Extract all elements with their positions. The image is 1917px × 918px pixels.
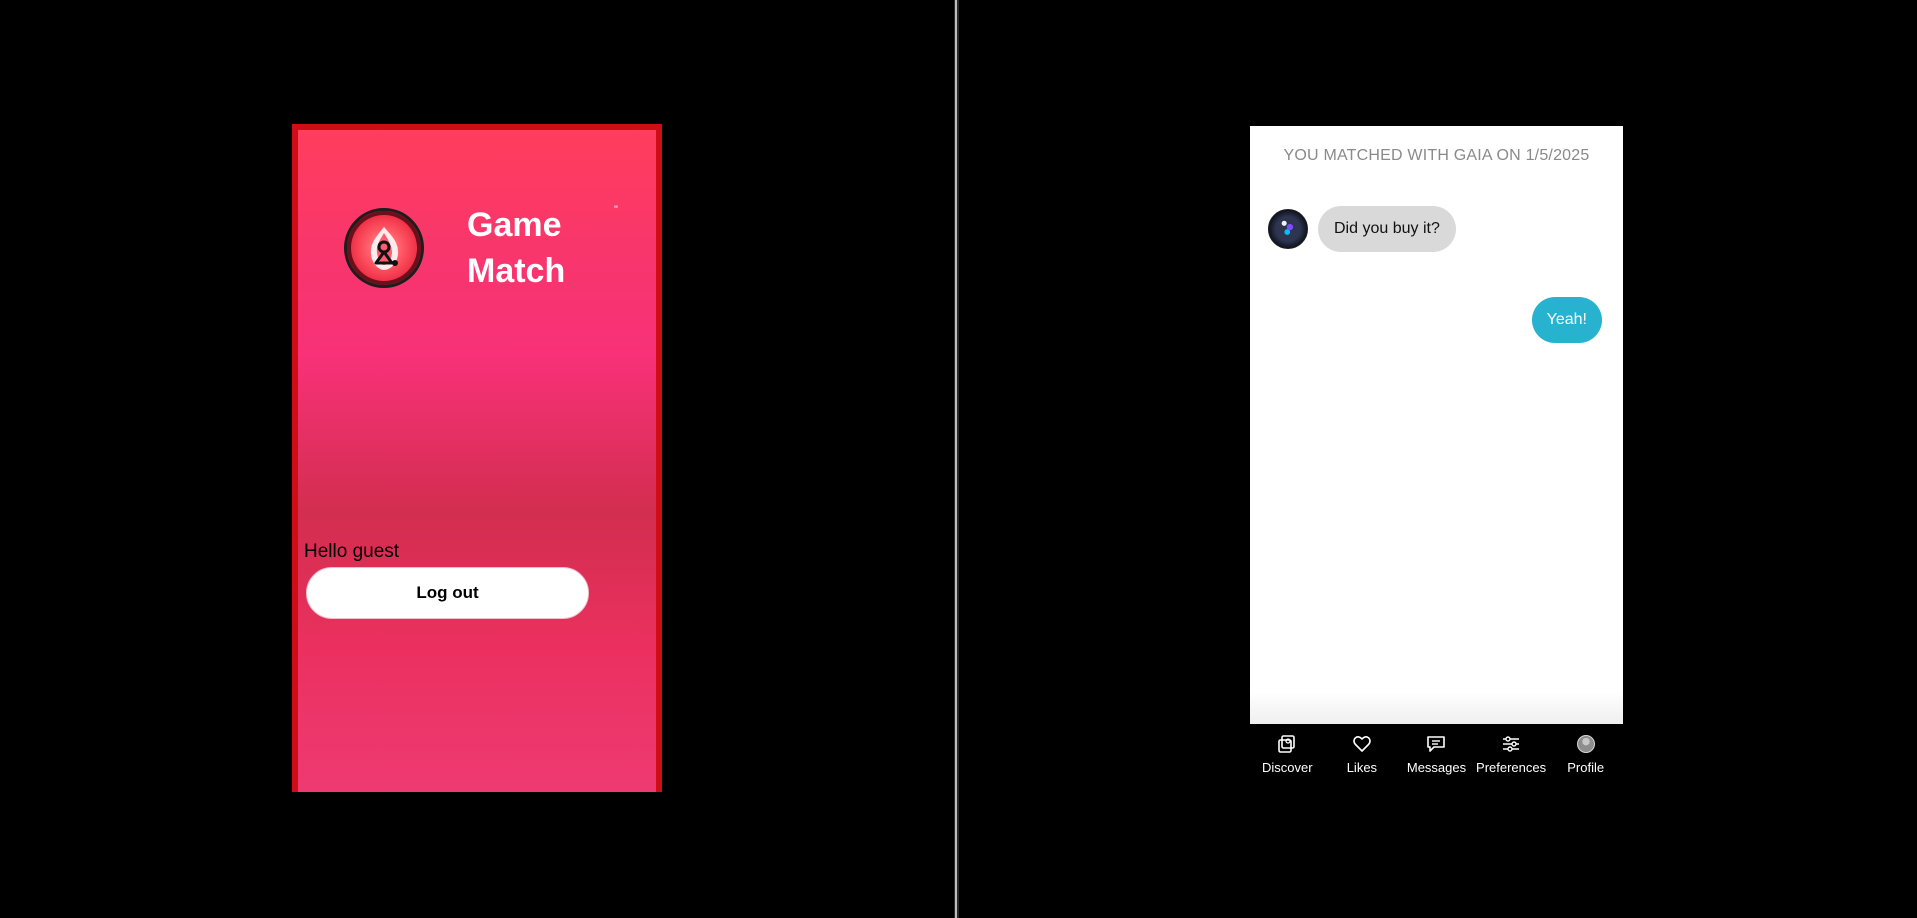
nav-messages-label: Messages	[1406, 760, 1467, 775]
discover-icon	[1276, 733, 1298, 755]
heart-icon	[1351, 733, 1373, 755]
received-message-row: Did you buy it?	[1268, 206, 1456, 252]
app-title-line-1: Game	[467, 206, 562, 244]
chat-bottom-fade	[1250, 692, 1623, 724]
nav-messages[interactable]: Messages	[1400, 733, 1472, 775]
app-title-line-2: Match	[467, 252, 566, 290]
nav-likes-label: Likes	[1346, 760, 1378, 775]
nav-preferences-label: Preferences	[1476, 760, 1547, 775]
nav-preferences[interactable]: Preferences	[1475, 733, 1547, 775]
match-date-header: YOU MATCHED WITH GAIA ON 1/5/2025	[1283, 147, 1590, 164]
nav-likes[interactable]: Likes	[1326, 733, 1398, 775]
nav-discover[interactable]: Discover	[1251, 733, 1323, 775]
hello-guest-text: Hello guest	[304, 541, 400, 562]
nav-profile-label: Profile	[1567, 760, 1605, 775]
game-match-home-panel: Game Match " Hello guest Log out	[292, 124, 662, 792]
screen-root: Game Match " Hello guest Log out YOU MAT…	[0, 0, 1917, 918]
contact-avatar[interactable]	[1268, 209, 1308, 249]
bottom-navigation: Discover Likes Messages Preferences Prof…	[1250, 724, 1623, 790]
logout-button[interactable]: Log out	[306, 567, 589, 619]
game-match-logo-icon	[344, 208, 424, 288]
profile-avatar-dot	[1576, 735, 1595, 753]
avatar-icon	[1575, 733, 1597, 755]
nav-profile[interactable]: Profile	[1550, 733, 1622, 775]
nav-discover-label: Discover	[1262, 760, 1313, 775]
app-title: Game Match	[467, 202, 627, 294]
message-icon	[1425, 733, 1447, 755]
sliders-icon	[1500, 733, 1522, 755]
sent-message-bubble: Yeah!	[1531, 297, 1602, 343]
small-quote-mark: "	[614, 204, 618, 216]
chat-panel: YOU MATCHED WITH GAIA ON 1/5/2025 Did yo…	[1250, 126, 1623, 790]
received-message-bubble: Did you buy it?	[1318, 206, 1456, 252]
panel-divider	[954, 0, 959, 918]
